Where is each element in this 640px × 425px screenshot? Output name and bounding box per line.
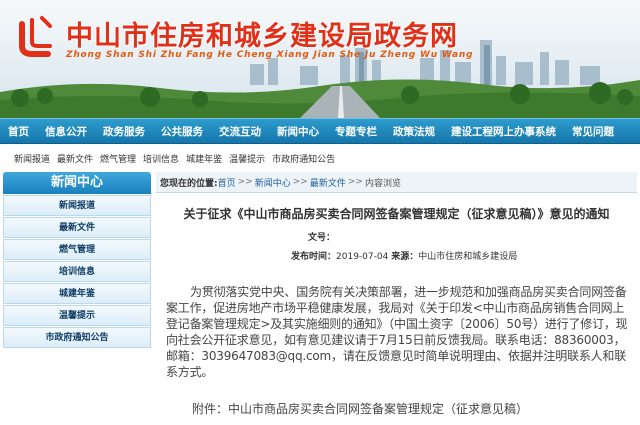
attachment-link[interactable]: 附件：中山市商品房买卖合同网签备案管理规定（征求意见稿） (156, 400, 637, 417)
sub-nav: 新闻报道 最新文件 燃气管理 培训信息 城建年鉴 温馨提示 市政府通知公告 (0, 150, 640, 166)
zhongshan-housing-logo[interactable] (12, 14, 58, 60)
sidebar-item-latest-files[interactable]: 最新文件 (3, 217, 151, 238)
site-title: 中山市住房和城乡建设局政务网 (66, 21, 458, 52)
sidebar-item-gas-management[interactable]: 燃气管理 (3, 239, 151, 260)
breadcrumb-label: 您现在的位置: (160, 178, 218, 189)
doc-number-label: 文号： (308, 233, 336, 243)
source-value: 中山市住房和城乡建设局 (418, 252, 518, 262)
breadcrumb-separator: >> (347, 177, 363, 187)
sidebar: 新闻中心 新闻报道 最新文件 燃气管理 培训信息 城建年鉴 温馨提示 市政府通知… (3, 172, 151, 348)
nav-interaction[interactable]: 交流互动 (211, 124, 269, 139)
nav-special-topics[interactable]: 专题专栏 (327, 124, 385, 139)
subnav-news-reports[interactable]: 新闻报道 (14, 152, 50, 165)
breadcrumb-section[interactable]: 新闻中心 (255, 176, 291, 189)
subnav-yearbook[interactable]: 城建年鉴 (186, 152, 222, 165)
main-content: 您现在的位置: 首页 >> 新闻中心 >> 最新文件 >> 内容浏览 关于征求《… (156, 172, 637, 425)
publish-info-row: 发布时间：2019-07-04 来源：中山市住房和城乡建设局 (291, 249, 637, 262)
doc-number-row: 文号： (308, 230, 637, 243)
publish-date-label: 发布时间： (291, 252, 337, 262)
subnav-training[interactable]: 培训信息 (143, 152, 179, 165)
subnav-city-notices[interactable]: 市政府通知公告 (272, 152, 335, 165)
sidebar-item-training[interactable]: 培训信息 (3, 261, 151, 282)
breadcrumb-current: 内容浏览 (364, 178, 401, 189)
subnav-latest-files[interactable]: 最新文件 (57, 152, 93, 165)
nav-faq[interactable]: 常见问题 (564, 124, 622, 139)
sidebar-item-city-notices[interactable]: 市政府通知公告 (3, 327, 151, 348)
nav-home[interactable]: 首页 (0, 124, 37, 139)
site-banner: 中山市住房和城乡建设局政务网 Zhong Shan Shi Zhu Fang H… (0, 0, 640, 118)
nav-gov-services[interactable]: 政务服务 (95, 124, 153, 139)
breadcrumb-home[interactable]: 首页 (218, 176, 236, 189)
nav-policies[interactable]: 政策法规 (385, 124, 443, 139)
subnav-gas-management[interactable]: 燃气管理 (100, 152, 136, 165)
site-pinyin: Zhong Shan Shi Zhu Fang He Cheng Xiang J… (66, 50, 474, 60)
breadcrumb: 您现在的位置: 首页 >> 新闻中心 >> 最新文件 >> 内容浏览 (156, 172, 637, 193)
source-label: 来源： (391, 252, 419, 262)
nav-public-services[interactable]: 公共服务 (153, 124, 211, 139)
nav-online-system[interactable]: 建设工程网上办事系统 (443, 124, 564, 139)
nav-news-center[interactable]: 新闻中心 (269, 124, 327, 139)
article-body: 为贯彻落实党中央、国务院有关决策部署，进一步规范和加强商品房买卖合同网签备案工作… (166, 285, 628, 379)
breadcrumb-separator: >> (292, 177, 308, 187)
main-nav: 首页 信息公开 政务服务 公共服务 交流互动 新闻中心 专题专栏 政策法规 建设… (0, 118, 640, 144)
sidebar-heading: 新闻中心 (3, 172, 151, 194)
logo-mark (19, 16, 52, 57)
publish-date: 2019-07-04 (336, 252, 389, 262)
subnav-tips[interactable]: 温馨提示 (229, 152, 265, 165)
sidebar-item-yearbook[interactable]: 城建年鉴 (3, 283, 151, 304)
breadcrumb-category[interactable]: 最新文件 (310, 176, 346, 189)
breadcrumb-separator: >> (237, 177, 253, 187)
article-title: 关于征求《中山市商品房买卖合同网签备案管理规定（征求意见稿）》意见的通知 (183, 207, 610, 221)
sidebar-item-news-reports[interactable]: 新闻报道 (3, 195, 151, 216)
sidebar-item-tips[interactable]: 温馨提示 (3, 305, 151, 326)
nav-info-disclosure[interactable]: 信息公开 (37, 124, 95, 139)
